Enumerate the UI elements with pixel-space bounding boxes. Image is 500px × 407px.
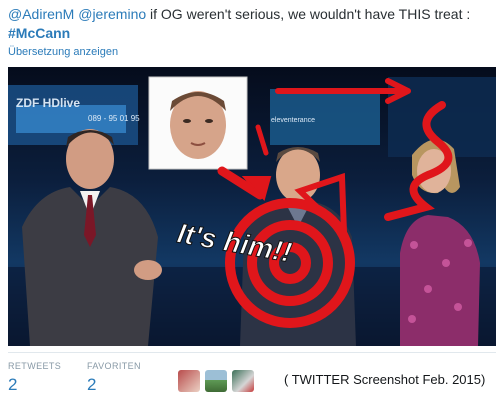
tv-studio-scene: 089 - 95 01 95 eleventerance ZDF HDlive (8, 76, 496, 346)
retweets-label: RETWEETS (8, 361, 62, 371)
avatar-user-2[interactable] (205, 370, 227, 392)
screenshot-caption: ( TWITTER Screenshot Feb. 2015) (284, 372, 486, 387)
mention-jeremino[interactable]: @jeremino (78, 6, 146, 22)
retweets-count[interactable]: 2 (8, 375, 17, 395)
mention-adirenm[interactable]: @AdirenM (8, 6, 74, 22)
tweet-media-image[interactable]: 089 - 95 01 95 eleventerance ZDF HDlive (8, 67, 496, 346)
hashtag-mccann[interactable]: #McCann (8, 25, 70, 41)
favorites-count[interactable]: 2 (87, 375, 96, 395)
translate-link[interactable]: Übersetzung anzeigen (8, 46, 118, 58)
avatar-user-3[interactable] (232, 370, 254, 392)
studio-screen-left-text: 089 - 95 01 95 (88, 114, 140, 123)
tweet-text: @AdirenM @jeremino if OG weren't serious… (8, 5, 496, 43)
favorites-label: FAVORITEN (87, 361, 141, 371)
stats-divider (8, 352, 496, 353)
studio-screen-right-text: eleventerance (271, 117, 315, 124)
channel-logo: ZDF HDlive (16, 96, 80, 110)
host-man (22, 129, 162, 346)
tweet-body: if OG weren't serious, we wouldn't have … (146, 6, 471, 22)
avatar-user-1[interactable] (178, 370, 200, 392)
